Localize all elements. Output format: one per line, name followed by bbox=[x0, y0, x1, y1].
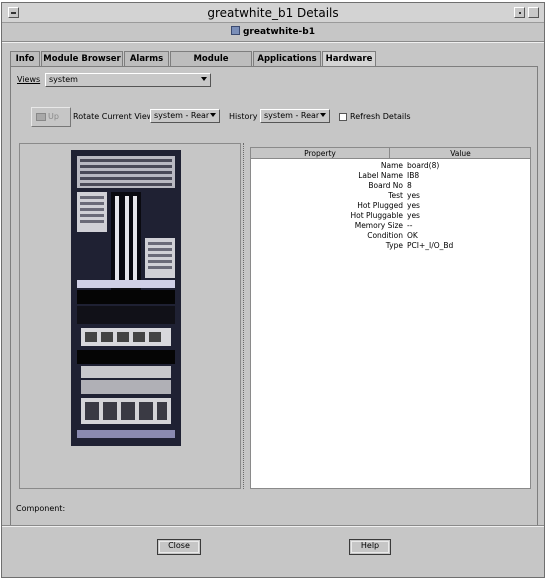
rotate-view-select[interactable]: system - Rear bbox=[150, 109, 220, 123]
server-icon bbox=[230, 26, 240, 35]
divider bbox=[2, 525, 544, 527]
views-select[interactable]: system bbox=[45, 73, 211, 87]
host-title: greatwhite-b1 bbox=[2, 24, 544, 40]
table-row[interactable]: Test yes bbox=[251, 191, 530, 201]
properties-table: Property Value Name board(8) Label Name … bbox=[250, 147, 531, 489]
tab-info[interactable]: Info bbox=[10, 51, 40, 66]
hardware-pane: Views system Up Rotate Current View syst… bbox=[10, 66, 538, 526]
chevron-down-icon bbox=[320, 113, 326, 117]
property-cell: Hot Plugged bbox=[357, 201, 403, 210]
divider bbox=[2, 41, 544, 43]
minimize-icon[interactable] bbox=[514, 7, 525, 18]
views-select-value: system bbox=[49, 75, 78, 84]
folder-up-icon bbox=[36, 113, 46, 121]
property-cell: Label Name bbox=[358, 171, 403, 180]
value-cell: yes bbox=[407, 201, 420, 210]
tab-applications[interactable]: Applications bbox=[253, 51, 321, 66]
value-column-header[interactable]: Value bbox=[391, 148, 530, 159]
table-row[interactable]: Condition OK bbox=[251, 231, 530, 241]
details-window: greatwhite_b1 Details greatwhite-b1 Info… bbox=[1, 2, 545, 578]
tab-module-browser[interactable]: Module Browser bbox=[41, 51, 123, 66]
window-title: greatwhite_b1 Details bbox=[207, 6, 339, 20]
value-cell: IB8 bbox=[407, 171, 420, 180]
value-cell: yes bbox=[407, 211, 420, 220]
host-name: greatwhite-b1 bbox=[242, 27, 315, 37]
table-row[interactable]: Memory Size -- bbox=[251, 221, 530, 231]
value-cell: board(8) bbox=[407, 161, 440, 170]
tab-module-manager[interactable]: Module Manager bbox=[170, 51, 252, 78]
panel-splitter[interactable] bbox=[243, 143, 245, 489]
history-select[interactable]: system - Rear bbox=[260, 109, 330, 123]
value-cell: 8 bbox=[407, 181, 412, 190]
help-button[interactable]: Help bbox=[349, 539, 391, 555]
table-row[interactable]: Board No 8 bbox=[251, 181, 530, 191]
value-cell: OK bbox=[407, 231, 418, 240]
property-cell: Type bbox=[385, 241, 403, 250]
property-column-header[interactable]: Property bbox=[251, 148, 390, 159]
table-header: Property Value bbox=[251, 148, 530, 159]
property-cell: Name bbox=[380, 161, 403, 170]
table-row[interactable]: Label Name IB8 bbox=[251, 171, 530, 181]
history-value: system - Rear bbox=[264, 111, 320, 120]
title-bar: greatwhite_b1 Details bbox=[2, 3, 544, 23]
rotate-label: Rotate Current View bbox=[73, 112, 154, 121]
hardware-image-panel bbox=[19, 143, 241, 489]
table-row[interactable]: Name board(8) bbox=[251, 161, 530, 171]
value-cell: yes bbox=[407, 191, 420, 200]
maximize-icon[interactable] bbox=[528, 7, 539, 18]
rotate-view-value: system - Rear bbox=[154, 111, 210, 120]
table-row[interactable]: Type PCI+_I/O_Bd bbox=[251, 241, 530, 251]
up-button[interactable]: Up bbox=[31, 107, 71, 127]
history-label: History bbox=[229, 112, 258, 121]
property-cell: Board No bbox=[368, 181, 403, 190]
chevron-down-icon bbox=[210, 113, 216, 117]
value-cell: -- bbox=[407, 221, 413, 230]
refresh-details-checkbox[interactable] bbox=[339, 113, 347, 121]
value-cell: PCI+_I/O_Bd bbox=[407, 241, 454, 250]
table-row[interactable]: Hot Plugged yes bbox=[251, 201, 530, 211]
up-button-label: Up bbox=[48, 112, 59, 121]
tab-alarms[interactable]: Alarms bbox=[124, 51, 169, 66]
server-rack-image[interactable] bbox=[71, 150, 181, 446]
property-cell: Hot Pluggable bbox=[350, 211, 404, 220]
component-label: Component: bbox=[16, 504, 66, 513]
tab-hardware[interactable]: Hardware bbox=[322, 51, 376, 67]
views-label: Views bbox=[17, 75, 41, 84]
refresh-details-label: Refresh Details bbox=[350, 112, 411, 121]
property-cell: Test bbox=[388, 191, 403, 200]
property-cell: Memory Size bbox=[354, 221, 403, 230]
close-button[interactable]: Close bbox=[157, 539, 201, 555]
table-row[interactable]: Hot Pluggable yes bbox=[251, 211, 530, 221]
property-cell: Condition bbox=[367, 231, 403, 240]
chevron-down-icon bbox=[201, 77, 207, 81]
